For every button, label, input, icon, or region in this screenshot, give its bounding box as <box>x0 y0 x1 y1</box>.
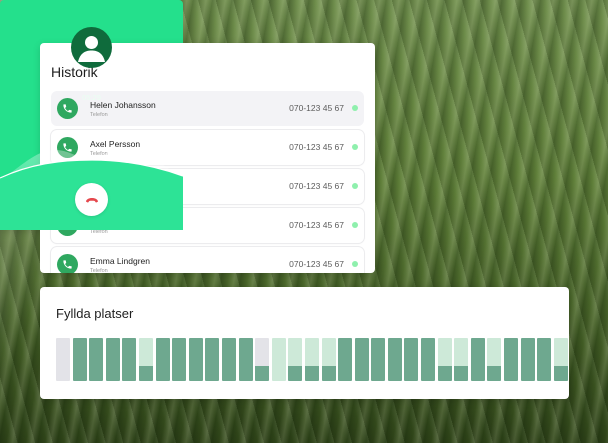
slot-bar <box>354 338 369 381</box>
slot-bar <box>72 338 87 381</box>
slot-bar <box>205 338 220 381</box>
slot-bar <box>255 338 270 381</box>
slot-bar <box>138 338 153 381</box>
call-type: Telefon <box>90 112 108 118</box>
slot-bar <box>105 338 120 381</box>
filled-slots-title: Fyllda platser <box>56 306 134 321</box>
assistant-name: Cura Assist <box>59 76 124 90</box>
slot-fill <box>288 365 303 381</box>
slot-fill <box>470 338 485 381</box>
phone-icon <box>57 254 78 273</box>
status-dot <box>352 105 358 111</box>
slot-bar <box>421 338 436 381</box>
status-dot <box>352 261 358 267</box>
status-dot <box>352 183 358 189</box>
slot-fill <box>487 365 502 381</box>
slot-bar <box>487 338 502 381</box>
phone-number: 070-123 45 67 <box>289 220 344 230</box>
slot-bar <box>454 338 469 381</box>
slot-bar <box>470 338 485 381</box>
caller-name: Emma Lindgren <box>90 256 151 266</box>
hang-up-phone-icon <box>85 197 98 203</box>
call-row[interactable]: Emma Lindgren Telefon 070-123 45 67 <box>51 247 364 273</box>
call-duration: 05:29 <box>82 93 101 102</box>
slot-bar <box>172 338 187 381</box>
slot-bar <box>188 338 203 381</box>
slot-bar <box>338 338 353 381</box>
phone-number: 070-123 45 67 <box>289 181 344 191</box>
call-type: Telefon <box>90 268 108 273</box>
slot-bar <box>371 338 386 381</box>
slot-bar <box>288 338 303 381</box>
slot-bar <box>155 338 170 381</box>
slot-fill <box>138 365 153 381</box>
phone-number: 070-123 45 67 <box>289 142 344 152</box>
slot-fill <box>122 338 137 381</box>
user-icon <box>71 27 112 68</box>
slot-bar <box>504 338 519 381</box>
slot-fill <box>304 365 319 381</box>
slot-bar <box>56 338 70 381</box>
slot-bar <box>387 338 402 381</box>
slot-bar <box>520 338 535 381</box>
phone-number: 070-123 45 67 <box>289 103 344 113</box>
slot-bar <box>122 338 137 381</box>
slot-bar <box>221 338 236 381</box>
hang-up-button[interactable] <box>75 183 108 216</box>
phone-number: 070-123 45 67 <box>289 259 344 269</box>
slot-bar <box>304 338 319 381</box>
slot-bar <box>437 338 452 381</box>
slot-bar <box>271 338 286 381</box>
slot-fill <box>255 365 270 381</box>
status-dot <box>352 144 358 150</box>
slot-bar <box>89 338 104 381</box>
slot-bar <box>238 338 253 381</box>
slot-bar <box>553 338 568 381</box>
slot-bar <box>321 338 336 381</box>
slot-fill <box>321 365 336 381</box>
slot-fill <box>437 365 452 381</box>
status-dot <box>352 222 358 228</box>
slot-bar <box>537 338 552 381</box>
slot-bars <box>56 338 570 381</box>
slot-fill <box>454 365 469 381</box>
slot-fill <box>553 365 568 381</box>
slot-bar <box>404 338 419 381</box>
filled-slots-panel: Fyllda platser <box>40 287 569 399</box>
